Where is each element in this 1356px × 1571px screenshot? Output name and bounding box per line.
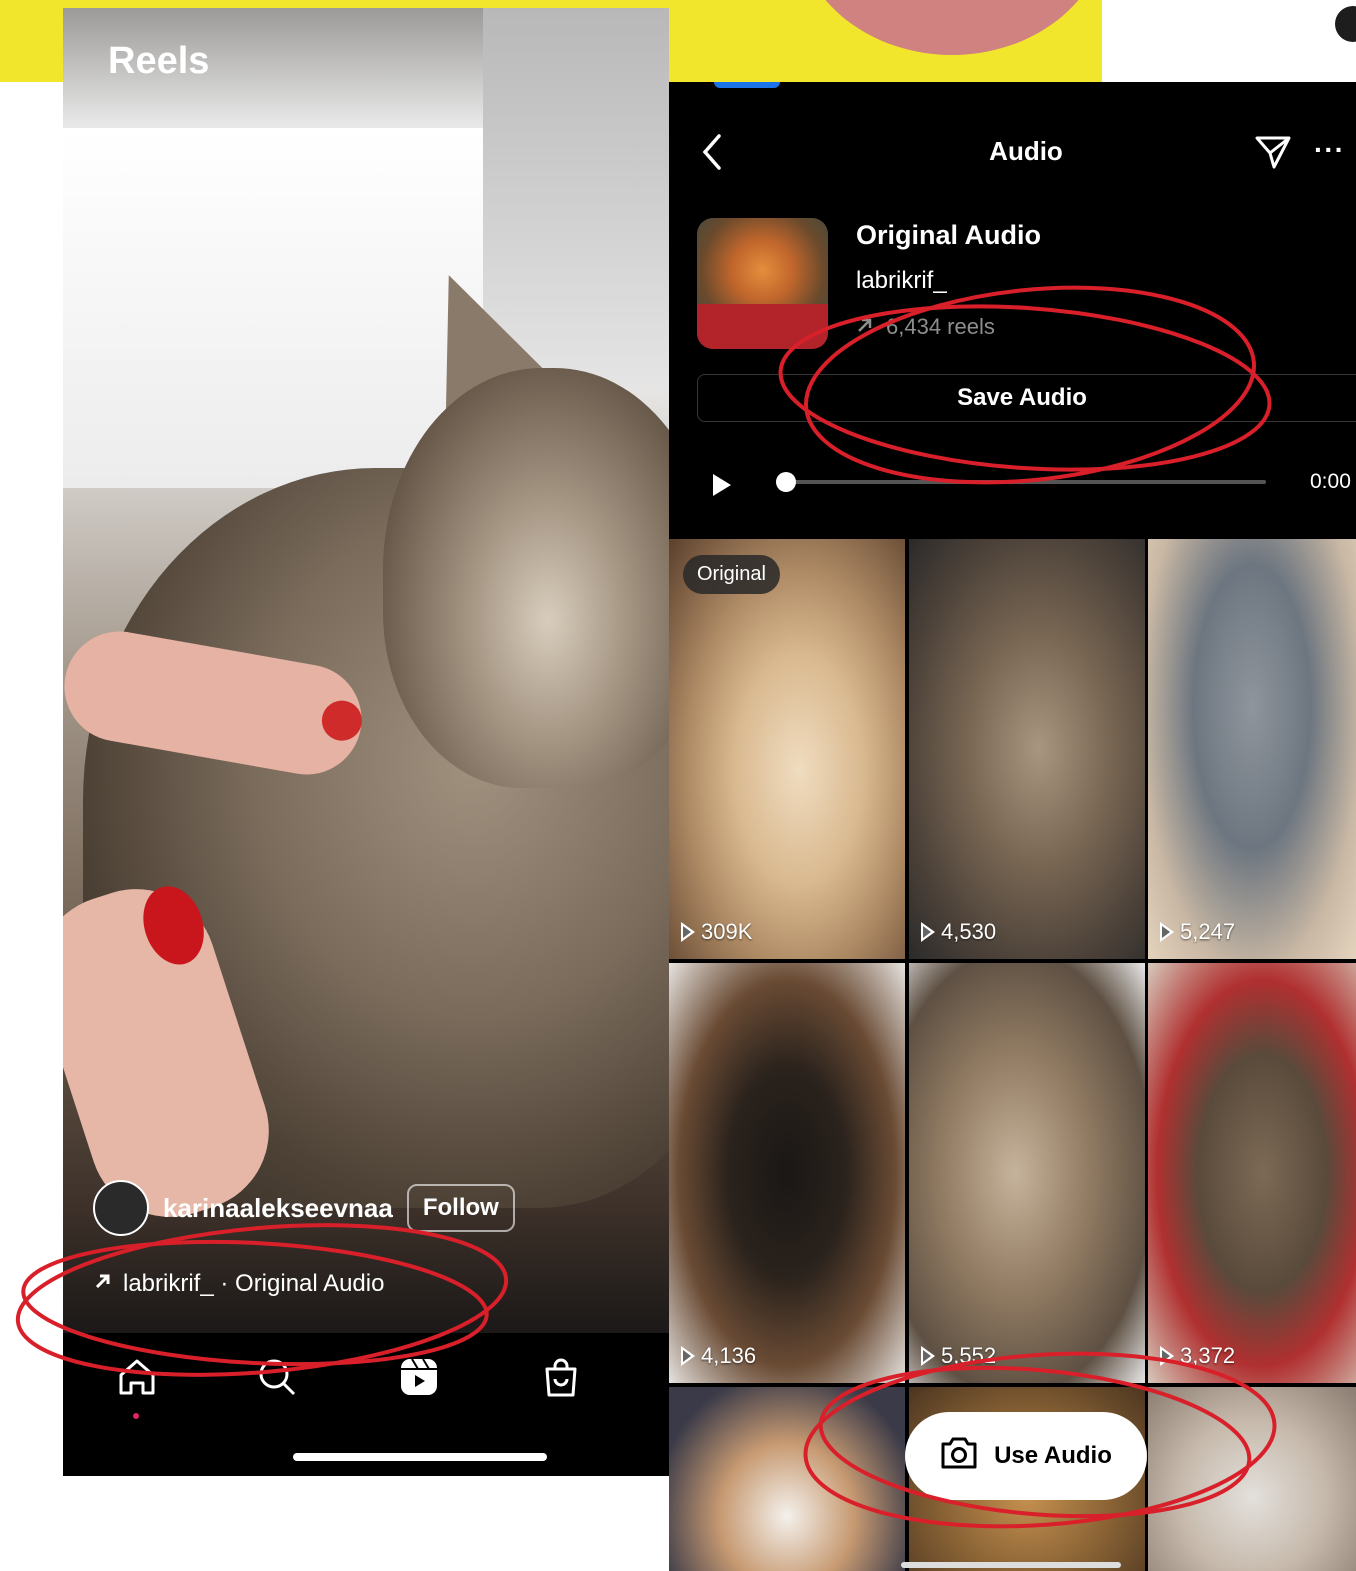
status-indicator (714, 82, 780, 88)
decoration-dot (1335, 6, 1356, 42)
follow-button[interactable]: Follow (406, 1184, 515, 1232)
play-count: 3,372 (1180, 1343, 1236, 1368)
reel-tile[interactable]: 5,552 (909, 963, 1145, 1383)
reel-tile[interactable]: 3,372 (1148, 963, 1356, 1383)
save-audio-button[interactable]: Save Audio (697, 374, 1356, 422)
reel-tile[interactable] (1148, 1387, 1356, 1571)
reel-audio-label: labrikrif_ · Original Audio (123, 1270, 385, 1297)
home-icon[interactable] (115, 1355, 159, 1399)
bottom-navbar (63, 1333, 669, 1476)
play-count-icon (1160, 1346, 1175, 1366)
play-count: 5,247 (1180, 919, 1236, 944)
audio-progress-handle[interactable] (776, 472, 796, 492)
audio-screen: Audio ··· Original Audio labrikrif_ 6,43… (669, 82, 1356, 1571)
play-count-icon (681, 1346, 696, 1366)
reel-author-row: karinaalekseevnaa Follow (93, 1180, 515, 1236)
play-count-icon (1160, 922, 1175, 942)
play-count: 4,530 (941, 919, 997, 944)
cat-head (383, 368, 669, 788)
shop-icon[interactable] (539, 1355, 583, 1399)
audio-time: 0:00 (1310, 470, 1351, 493)
reel-tile[interactable]: 4,136 (669, 963, 905, 1383)
audio-author[interactable]: labrikrif_ (856, 267, 947, 295)
page-title: Audio (989, 136, 1063, 166)
play-icon[interactable] (711, 472, 733, 503)
home-indicator (293, 1453, 547, 1461)
audio-cover-art (697, 218, 828, 349)
play-count-icon (921, 1346, 936, 1366)
play-count: 309K (701, 919, 753, 944)
more-options-icon[interactable]: ··· (1314, 134, 1345, 166)
audio-title: Original Audio (856, 220, 1041, 250)
reels-title: Reels (108, 40, 210, 82)
reels-count-label: 6,434 reels (886, 314, 995, 339)
reel-tile[interactable]: 4,530 (909, 539, 1145, 959)
use-audio-button[interactable]: Use Audio (905, 1412, 1147, 1500)
play-count-icon (681, 922, 696, 942)
home-indicator (901, 1562, 1121, 1568)
play-count: 5,552 (941, 1343, 997, 1368)
notification-dot (133, 1413, 139, 1419)
reel-tile[interactable]: Original 309K (669, 539, 905, 959)
reels-count: 6,434 reels (856, 314, 995, 340)
search-icon[interactable] (255, 1355, 299, 1399)
reels-screen: Reels karinaalekseevnaa Follow labrikrif… (63, 8, 669, 1476)
audio-progress-track[interactable] (786, 480, 1266, 484)
reel-audio-link[interactable]: labrikrif_ · Original Audio (93, 1270, 384, 1298)
reel-tile[interactable] (669, 1387, 905, 1571)
camera-icon (940, 1436, 978, 1477)
avatar[interactable] (93, 1180, 149, 1236)
arrow-up-right-icon (856, 314, 874, 340)
original-badge: Original (683, 555, 780, 594)
play-count-icon (921, 922, 936, 942)
arrow-up-right-icon (93, 1270, 113, 1298)
reels-icon[interactable] (397, 1355, 441, 1399)
use-audio-label: Use Audio (994, 1442, 1112, 1469)
send-icon[interactable] (1254, 134, 1292, 175)
reel-username[interactable]: karinaalekseevnaa (163, 1193, 393, 1224)
reel-tile[interactable]: 5,247 (1148, 539, 1356, 959)
play-count: 4,136 (701, 1343, 757, 1368)
